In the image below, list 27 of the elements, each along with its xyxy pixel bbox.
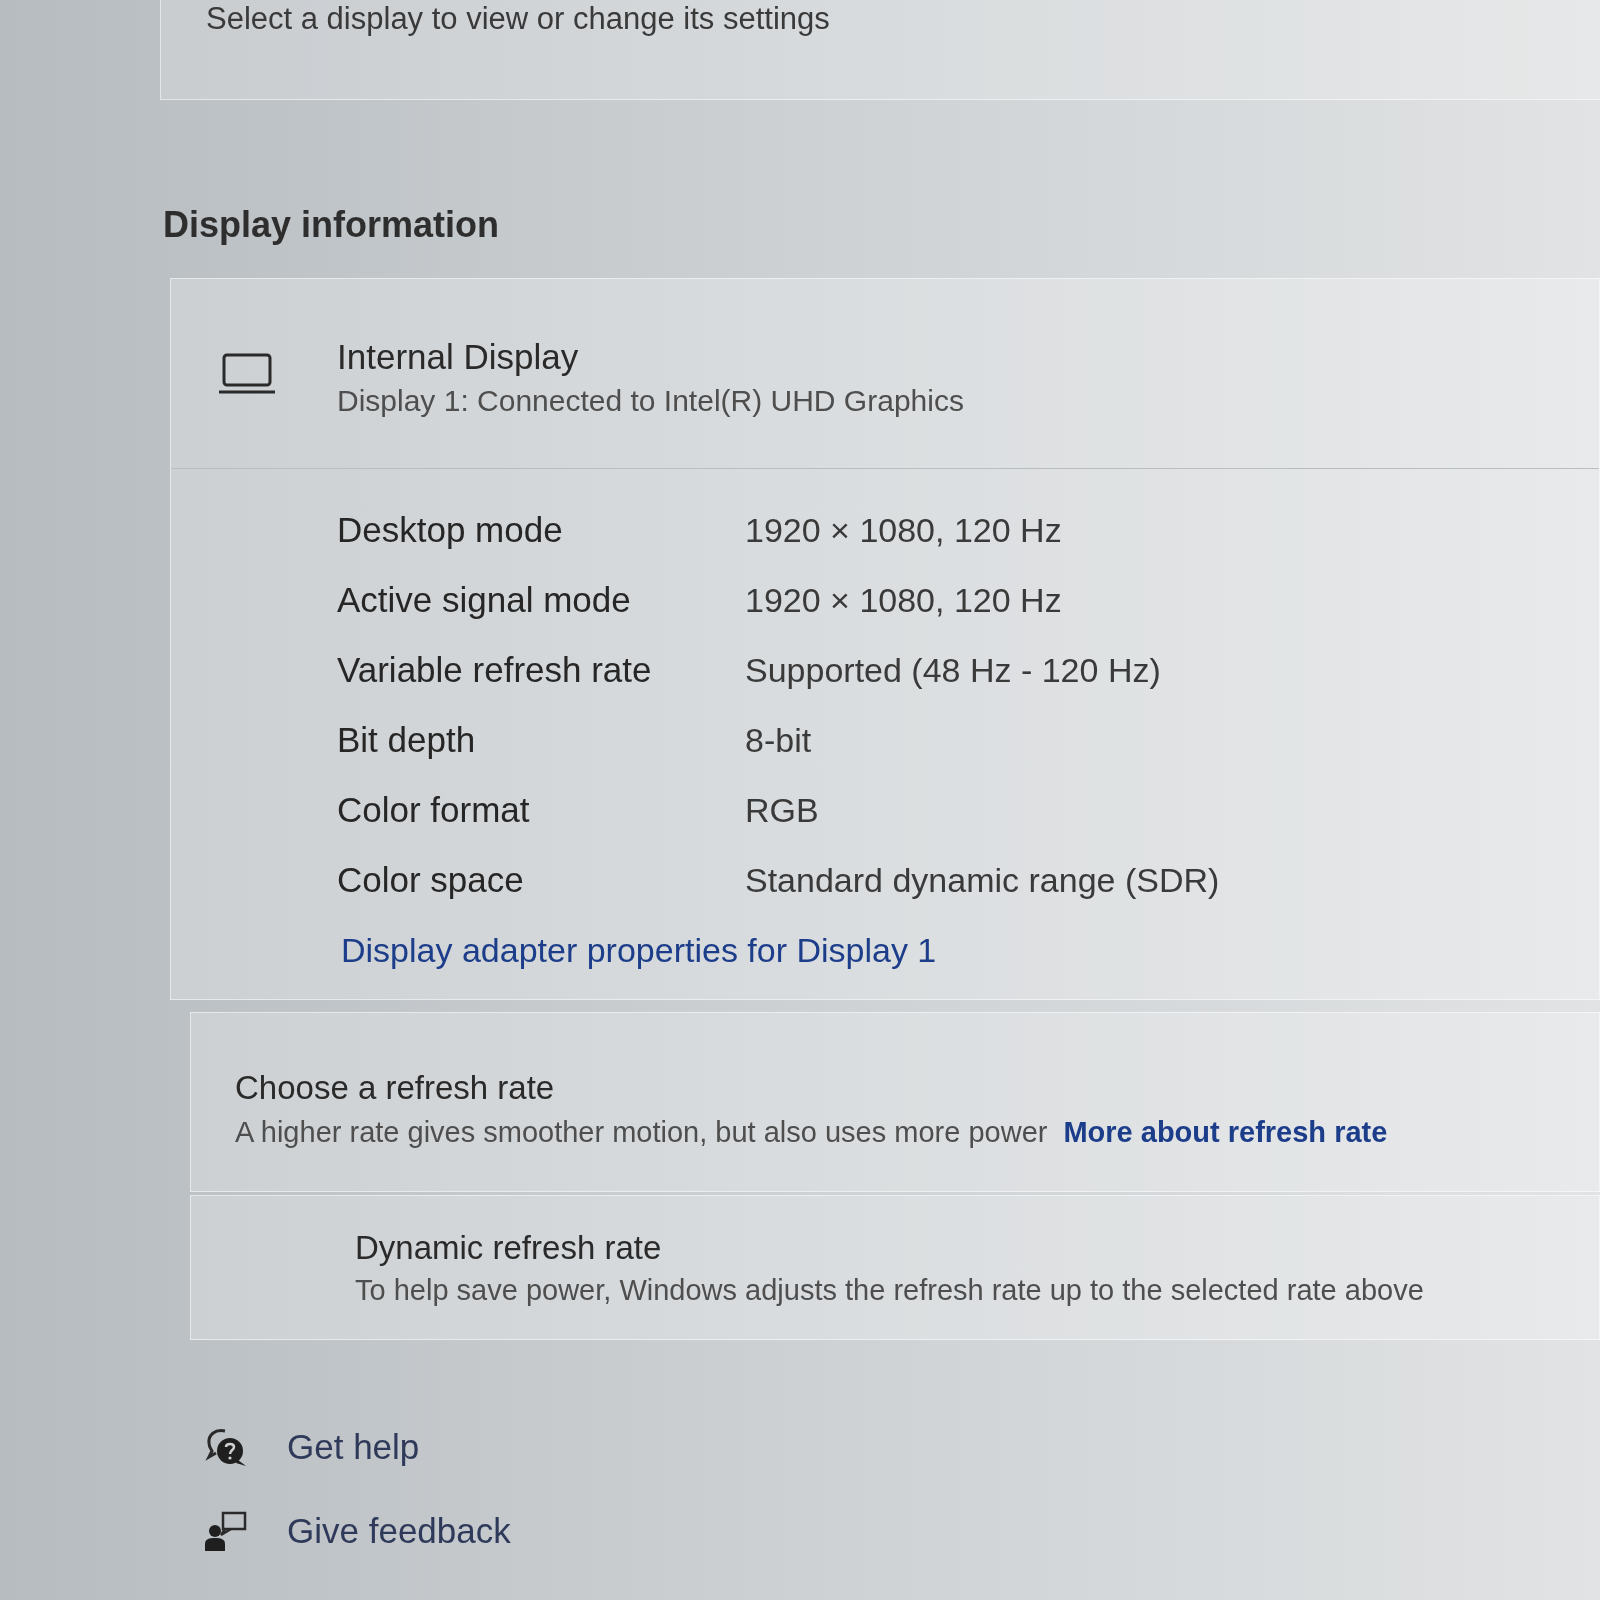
property-label: Color format xyxy=(337,789,530,831)
refresh-rate-link[interactable]: More about refresh rate xyxy=(1063,1114,1388,1150)
property-value: 1920 × 1080, 120 Hz xyxy=(745,580,1062,621)
adapter-properties-link[interactable]: Display adapter properties for Display 1 xyxy=(341,930,937,970)
help-chat-icon xyxy=(205,1427,247,1467)
header-text: Select a display to view or change its settings xyxy=(206,1,830,36)
feedback-link[interactable]: Give feedback xyxy=(287,1510,511,1552)
property-value: RGB xyxy=(745,790,819,831)
display-title: Internal Display xyxy=(337,336,579,377)
section-title: Display information xyxy=(163,203,500,247)
property-value: Standard dynamic range (SDR) xyxy=(745,860,1220,901)
dynamic-refresh-description: To help save power, Windows adjusts the refresh rate up to the selected rate above xyxy=(355,1272,1424,1308)
property-label: Color space xyxy=(337,859,524,901)
property-label: Bit depth xyxy=(337,719,476,761)
refresh-rate-title: Choose a refresh rate xyxy=(235,1068,555,1108)
dynamic-refresh-title: Dynamic refresh rate xyxy=(355,1227,662,1268)
person-feedback-icon xyxy=(205,1511,247,1551)
property-label: Variable refresh rate xyxy=(337,649,652,691)
get-help-link[interactable]: Get help xyxy=(287,1426,420,1468)
property-label: Desktop mode xyxy=(337,509,563,551)
laptop-icon xyxy=(219,351,275,396)
property-label: Active signal mode xyxy=(337,579,631,621)
property-value: 1920 × 1080, 120 Hz xyxy=(745,510,1062,551)
property-value: 8-bit xyxy=(745,720,812,761)
refresh-rate-description: A higher rate gives smoother motion, but also uses more power xyxy=(235,1115,1048,1150)
property-value: Supported (48 Hz - 120 Hz) xyxy=(745,650,1161,691)
display-subtitle: Display 1: Connected to Intel(R) UHD Graphics xyxy=(337,382,964,419)
